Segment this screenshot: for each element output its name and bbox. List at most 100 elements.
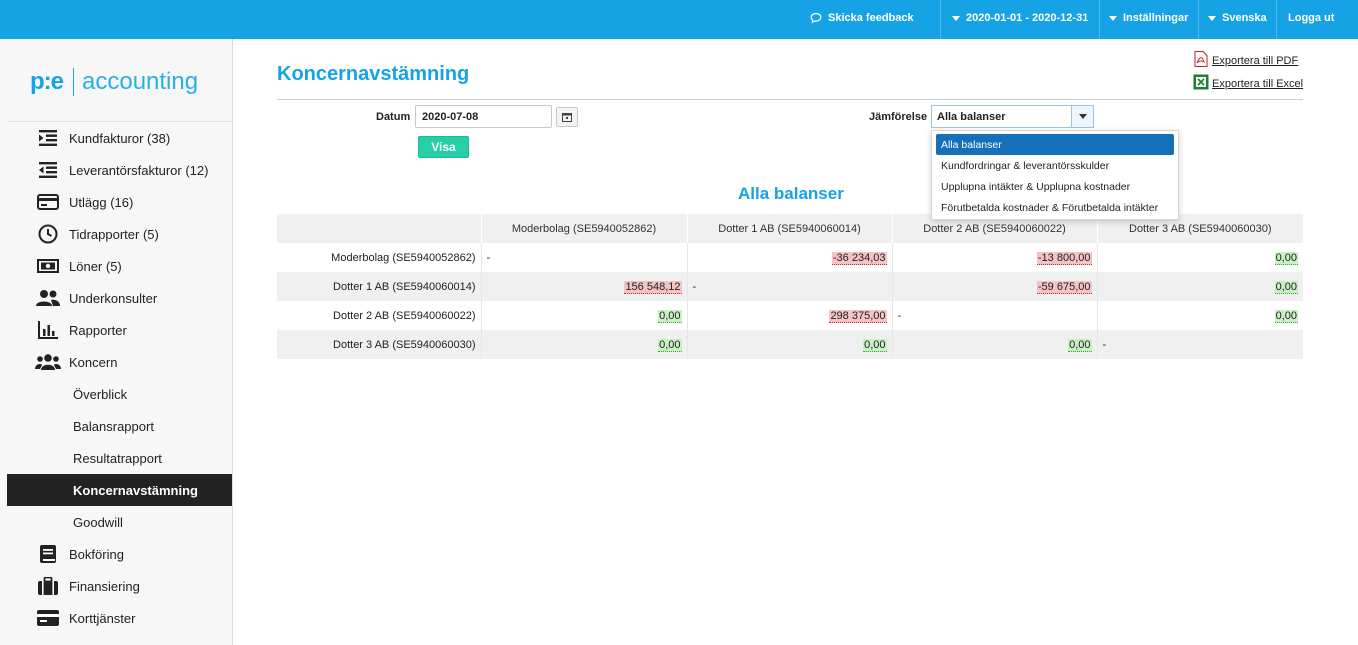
logout-link[interactable]: Logga ut <box>1288 12 1334 24</box>
group-icon <box>35 352 61 372</box>
table-row: Dotter 3 AB (SE5940060030) 0,00 0,00 0,00- <box>277 330 1303 359</box>
balanced-value[interactable]: 0,00 <box>658 338 682 352</box>
settings-menu[interactable]: Inställningar <box>1109 12 1188 24</box>
compare-label: Jämförelse <box>869 111 928 123</box>
balanced-value[interactable]: 0,00 <box>1274 309 1298 323</box>
sidebar-item-label: Bokföring <box>69 546 124 562</box>
logo-pe: p:e <box>30 68 64 95</box>
compare-dropdown: Alla balanser Kundfordringar & leverantö… <box>931 130 1179 220</box>
date-label: Datum <box>376 111 411 123</box>
mismatch-value[interactable]: 156 548,12 <box>624 280 682 294</box>
title-divider <box>277 99 1303 100</box>
compare-select-value: Alla balanser <box>937 111 1006 123</box>
excel-icon <box>1193 74 1209 90</box>
sidebar-item-utlagg[interactable]: Utlägg (16) <box>7 186 232 218</box>
row-header: Dotter 2 AB (SE5940060022) <box>333 309 476 322</box>
reconciliation-table: Moderbolag (SE5940052862) Dotter 1 AB (S… <box>277 214 1303 359</box>
dropdown-option[interactable]: Kundfordringar & leverantörsskulder <box>936 155 1174 176</box>
caret-down-icon <box>1078 114 1087 119</box>
balanced-value[interactable]: 0,00 <box>658 309 682 323</box>
sidebar-subitem-balansrapport[interactable]: Balansrapport <box>7 410 232 442</box>
sidebar: p:e accounting Kundfakturor (38) Leveran… <box>0 39 233 645</box>
row-header: Dotter 3 AB (SE5940060030) <box>277 330 481 359</box>
logout-label: Logga ut <box>1288 12 1335 24</box>
empty-cell-dash: - <box>692 280 697 293</box>
mismatch-value[interactable]: -59 675,00 <box>1036 280 1092 294</box>
section-title: Alla balanser <box>738 184 844 203</box>
mismatch-value[interactable]: 298 375,00 <box>829 309 887 323</box>
period-selector[interactable]: 2020-01-01 - 2020-12-31 <box>952 12 1088 24</box>
logo-accounting: accounting <box>82 68 199 95</box>
table-cell: 0,00 <box>1096 301 1303 330</box>
clock-icon <box>35 224 61 244</box>
sidebar-item-tidrapporter[interactable]: Tidrapporter (5) <box>7 218 232 250</box>
table-cell: -36 234,03 <box>686 243 892 272</box>
sidebar-item-korttjanster[interactable]: Korttjänster <box>7 602 232 634</box>
dropdown-option[interactable]: Upplupna intäkter & Upplupna kostnader <box>936 176 1174 197</box>
dropdown-option[interactable]: Förutbetalda kostnader & Förutbetalda in… <box>936 197 1174 218</box>
bar-chart-icon <box>35 320 61 340</box>
sidebar-item-label: Rapporter <box>69 322 127 338</box>
sidebar-item-rapporter[interactable]: Rapporter <box>7 314 232 346</box>
sidebar-item-label: Tidrapporter (5) <box>69 226 159 242</box>
sidebar-item-bokforing[interactable]: Bokföring <box>7 538 232 570</box>
mismatch-value[interactable]: -13 800,00 <box>1036 251 1092 265</box>
export-excel-label: Exportera till Excel <box>1212 78 1304 90</box>
users-icon <box>35 288 61 308</box>
sidebar-item-label: Finansiering <box>69 578 140 594</box>
sidebar-item-finansiering[interactable]: Finansiering <box>7 570 232 602</box>
sidebar-item-leverantorsfakturor[interactable]: Leverantörsfakturor (12) <box>7 154 232 186</box>
balanced-value[interactable]: 0,00 <box>1274 251 1298 265</box>
show-button[interactable]: Visa <box>418 136 469 158</box>
sidebar-item-label: Leverantörsfakturor (12) <box>69 162 209 178</box>
sidebar-item-underkonsulter[interactable]: Underkonsulter <box>7 282 232 314</box>
table-cell: 0,00 <box>480 301 687 330</box>
table-cell: 0,00 <box>891 330 1097 359</box>
table-cell: 0,00 <box>480 330 687 359</box>
balanced-value[interactable]: 0,00 <box>1274 280 1298 294</box>
balanced-value[interactable]: 0,00 <box>1068 338 1092 352</box>
sidebar-item-label: Korttjänster <box>69 610 136 626</box>
period-label: 2020-01-01 - 2020-12-31 <box>966 12 1089 24</box>
table-cell: - <box>480 243 687 272</box>
caret-down-icon <box>1109 15 1117 21</box>
export-pdf-label: Exportera till PDF <box>1212 55 1299 67</box>
money-icon <box>35 256 61 276</box>
empty-cell-dash: - <box>486 251 491 264</box>
sidebar-item-kundfakturor[interactable]: Kundfakturor (38) <box>7 122 232 154</box>
sidebar-subitem-overblick[interactable]: Överblick <box>7 378 232 410</box>
table-cell: -13 800,00 <box>891 243 1097 272</box>
pdf-icon <box>1194 51 1208 67</box>
language-label: Svenska <box>1222 12 1267 24</box>
card-icon <box>35 608 61 628</box>
sidebar-subitem-koncernavstamning[interactable]: Koncernavstämning <box>7 474 232 506</box>
caret-down-icon <box>952 15 960 21</box>
logo[interactable]: p:e accounting <box>30 67 198 97</box>
table-cell: 298 375,00 <box>686 301 892 330</box>
balanced-value[interactable]: 0,00 <box>863 338 887 352</box>
credit-card-icon <box>35 192 61 212</box>
empty-cell-dash: - <box>897 309 902 322</box>
date-field[interactable]: 2020-07-08 <box>415 105 552 128</box>
sidebar-item-label: Kundfakturor (38) <box>69 130 171 146</box>
empty-cell-dash: - <box>1102 338 1107 351</box>
dropdown-option[interactable]: Alla balanser <box>936 134 1174 155</box>
sidebar-subitem-goodwill[interactable]: Goodwill <box>7 506 232 538</box>
calendar-button[interactable] <box>556 107 578 127</box>
settings-label: Inställningar <box>1123 12 1189 24</box>
sidebar-item-label: Underkonsulter <box>69 290 158 306</box>
language-menu[interactable]: Svenska <box>1208 12 1267 24</box>
export-excel-link[interactable]: Exportera till Excel <box>1193 74 1303 90</box>
sidebar-item-loner[interactable]: Löner (5) <box>7 250 232 282</box>
table-cell: - <box>1096 330 1303 359</box>
table-cell: - <box>686 272 892 301</box>
sidebar-item-koncern[interactable]: Koncern <box>7 346 232 378</box>
sidebar-subitem-resultatrapport[interactable]: Resultatrapport <box>7 442 232 474</box>
select-arrow[interactable] <box>1071 106 1093 127</box>
feedback-link[interactable]: Skicka feedback <box>810 12 914 24</box>
sidebar-item-label: Löner (5) <box>69 258 122 274</box>
column-header: Moderbolag (SE5940052862) <box>480 214 687 243</box>
compare-select[interactable]: Alla balanser <box>931 105 1094 128</box>
export-pdf-link[interactable]: Exportera till PDF <box>1193 51 1298 67</box>
mismatch-value[interactable]: -36 234,03 <box>831 251 887 265</box>
